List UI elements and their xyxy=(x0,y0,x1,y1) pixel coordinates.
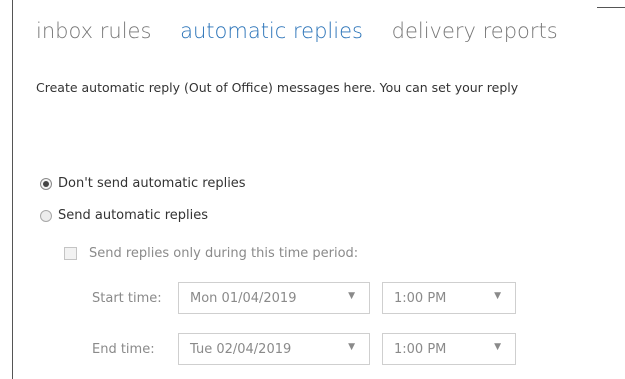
panel-top-border xyxy=(597,7,625,8)
end-time-select[interactable]: 1:00 PM ▼ xyxy=(382,333,516,365)
tab-strip: inbox rules automatic replies delivery r… xyxy=(36,19,580,43)
dont-send-radio[interactable] xyxy=(40,177,52,190)
chevron-down-icon: ▼ xyxy=(494,342,501,352)
send-radio[interactable] xyxy=(40,209,52,222)
description-text: Create automatic reply (Out of Office) m… xyxy=(36,80,519,95)
chevron-down-icon: ▼ xyxy=(494,291,501,301)
send-label: Send automatic replies xyxy=(58,208,209,223)
start-date-value: Mon 01/04/2019 xyxy=(190,291,297,306)
start-time-value: 1:00 PM xyxy=(394,291,447,306)
time-period-label: Send replies only during this time perio… xyxy=(89,246,359,261)
chevron-down-icon: ▼ xyxy=(348,342,355,352)
end-date-value: Tue 02/04/2019 xyxy=(190,342,292,357)
chevron-down-icon: ▼ xyxy=(348,291,355,301)
start-date-select[interactable]: Mon 01/04/2019 ▼ xyxy=(178,282,370,314)
end-time-label: End time: xyxy=(92,342,155,357)
end-date-select[interactable]: Tue 02/04/2019 ▼ xyxy=(178,333,370,365)
tab-delivery-reports[interactable]: delivery reports xyxy=(392,19,558,43)
start-time-label: Start time: xyxy=(92,291,162,306)
start-time-select[interactable]: 1:00 PM ▼ xyxy=(382,282,516,314)
time-period-option[interactable]: Send replies only during this time perio… xyxy=(64,246,358,261)
time-period-checkbox[interactable] xyxy=(64,247,77,260)
tab-inbox-rules[interactable]: inbox rules xyxy=(36,19,151,43)
dont-send-option[interactable]: Don't send automatic replies xyxy=(40,176,246,191)
end-time-value: 1:00 PM xyxy=(394,342,447,357)
tab-automatic-replies[interactable]: automatic replies xyxy=(180,19,363,43)
dont-send-label: Don't send automatic replies xyxy=(58,176,246,191)
panel-left-border xyxy=(12,0,13,379)
send-option[interactable]: Send automatic replies xyxy=(40,208,208,223)
